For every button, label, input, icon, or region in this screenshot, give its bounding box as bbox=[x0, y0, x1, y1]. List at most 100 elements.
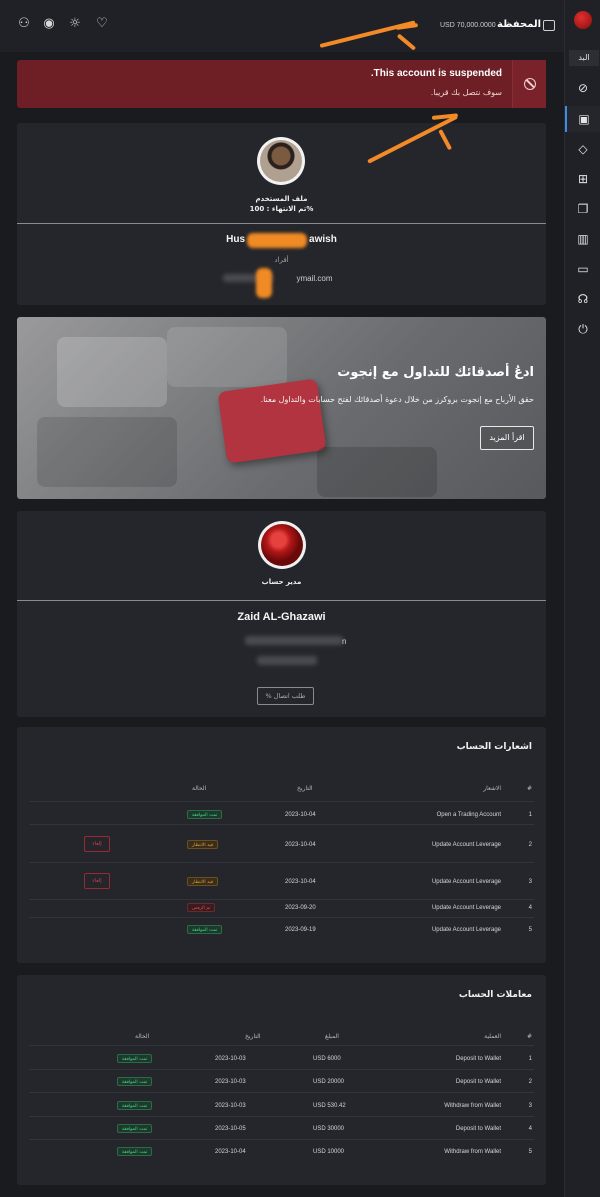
manager-email-tail: n bbox=[342, 637, 347, 646]
suspension-alert: This account is suspended. سوف نتصل بك ق… bbox=[17, 60, 546, 108]
table-divider bbox=[29, 824, 534, 825]
row-number: 1 bbox=[528, 812, 532, 818]
read-more-button[interactable]: اقرأ المزيد bbox=[480, 426, 534, 450]
profile-label: ملف المستخدم bbox=[255, 195, 308, 203]
theme-sun-icon[interactable]: ☼ bbox=[66, 15, 84, 33]
wallet-title[interactable]: المحفظة bbox=[497, 19, 541, 30]
amount-text: USD 10000 bbox=[313, 1149, 345, 1155]
transactions-title: معاملات الحساب bbox=[458, 990, 532, 1000]
video-icon[interactable]: ▭ bbox=[565, 256, 600, 282]
top-bar: ⚇ ◉ ☼ ♡ USD 70,000.0000 المحفظة bbox=[0, 0, 600, 52]
col-status: الحالة bbox=[192, 785, 207, 792]
user-settings-icon[interactable]: ⚇ bbox=[15, 15, 33, 33]
power-icon[interactable]: ⏻ bbox=[565, 316, 600, 342]
row-number: 1 bbox=[528, 1056, 532, 1062]
table-divider bbox=[29, 1092, 534, 1093]
operation-text: Deposit to Wallet bbox=[455, 1126, 501, 1132]
headset-icon[interactable]: ☊ bbox=[565, 286, 600, 312]
blurred-manager-phone bbox=[257, 656, 317, 665]
status-badge: تمت الموافقة bbox=[187, 925, 223, 934]
status-badge: قيد الانتظار bbox=[187, 877, 218, 886]
row-number: 3 bbox=[528, 879, 532, 885]
operation-text: Deposit to Wallet bbox=[455, 1079, 501, 1085]
puzzle-piece bbox=[167, 327, 287, 387]
add-box-icon[interactable]: ⊞ bbox=[565, 166, 600, 192]
table-divider bbox=[29, 1139, 534, 1140]
status-badge: تمت الموافقة bbox=[117, 1077, 153, 1086]
transaction-date: 2023-10-05 bbox=[215, 1126, 246, 1132]
wallet-icon[interactable] bbox=[543, 20, 555, 31]
status-badge: تم الرفض bbox=[187, 903, 216, 912]
operation-text: Withdraw from Wallet bbox=[444, 1149, 501, 1155]
referral-banner: ادعُ أصدقائك للتداول مع إنجوت حقق الأربا… bbox=[17, 317, 546, 499]
transaction-date: 2023-10-03 bbox=[215, 1056, 246, 1062]
wallet-amount: USD 70,000.0000 bbox=[440, 22, 496, 29]
avatar-photo bbox=[260, 140, 302, 182]
table-divider bbox=[29, 1045, 534, 1046]
handshake-icon[interactable]: ♡ bbox=[93, 15, 111, 33]
documents-icon[interactable]: ❐ bbox=[565, 196, 600, 222]
row-number: 4 bbox=[528, 1126, 532, 1132]
col-operation: العملية bbox=[484, 1033, 501, 1040]
red-puzzle-piece bbox=[217, 378, 327, 464]
compass-icon[interactable]: ⊘ bbox=[565, 75, 600, 101]
cancel-button[interactable]: إلغاء bbox=[84, 873, 110, 889]
puzzle-piece bbox=[37, 417, 177, 487]
table-divider bbox=[29, 899, 534, 900]
transaction-date: 2023-10-04 bbox=[215, 1149, 246, 1155]
notice-date: 2023-10-04 bbox=[285, 812, 316, 818]
redaction-mark bbox=[247, 233, 307, 248]
transaction-date: 2023-10-03 bbox=[215, 1103, 246, 1109]
table-divider bbox=[29, 801, 534, 802]
ban-icon bbox=[524, 78, 536, 90]
notice-text: Open a Trading Account bbox=[436, 812, 501, 818]
request-contact-button[interactable]: % طلب اتصال bbox=[257, 687, 314, 705]
row-number: 5 bbox=[528, 927, 532, 933]
transactions-card: معاملات الحساب # العملية المبلغ التاريخ … bbox=[17, 975, 546, 1185]
blurred-manager-email bbox=[245, 636, 343, 645]
status-badge: تمت الموافقة bbox=[117, 1054, 153, 1063]
alert-icon-box bbox=[512, 60, 546, 108]
table-divider bbox=[29, 917, 534, 918]
chart-image-icon[interactable]: ▣ bbox=[565, 106, 600, 132]
notice-text: Update Account Leverage bbox=[431, 842, 501, 848]
row-number: 2 bbox=[528, 842, 532, 848]
transaction-date: 2023-10-03 bbox=[215, 1079, 246, 1085]
status-badge: تمت الموافقة bbox=[117, 1147, 153, 1156]
notice-text: Update Account Leverage bbox=[431, 905, 501, 911]
table-divider bbox=[29, 862, 534, 863]
manager-label: مدير حساب bbox=[261, 578, 302, 586]
handshake-icon[interactable]: ◇ bbox=[565, 136, 600, 162]
row-number: 2 bbox=[528, 1079, 532, 1085]
row-number: 5 bbox=[528, 1149, 532, 1155]
notifications-card: اشعارات الحساب # الاشعار التاريخ الحالة … bbox=[17, 727, 546, 963]
notice-date: 2023-09-20 bbox=[285, 905, 316, 911]
operation-text: Withdraw from Wallet bbox=[444, 1103, 501, 1109]
status-badge: قيد الانتظار bbox=[187, 840, 218, 849]
redaction-mark bbox=[256, 268, 272, 298]
avatar[interactable] bbox=[257, 137, 305, 185]
promo-title: ادعُ أصدقائك للتداول مع إنجوت bbox=[337, 365, 534, 380]
table-divider bbox=[29, 1069, 534, 1070]
status-badge: تمت الموافقة bbox=[117, 1101, 153, 1110]
amount-text: USD 530.42 bbox=[313, 1103, 346, 1109]
profile-divider bbox=[17, 223, 546, 224]
amount-text: USD 30000 bbox=[313, 1126, 345, 1132]
brand-logo[interactable] bbox=[574, 11, 592, 29]
puzzle-piece bbox=[317, 447, 437, 497]
alert-title: This account is suspended. bbox=[370, 68, 502, 79]
notice-date: 2023-10-04 bbox=[285, 879, 316, 885]
col-date: التاريخ bbox=[297, 785, 313, 792]
amount-text: USD 20000 bbox=[313, 1079, 345, 1085]
row-number: 4 bbox=[528, 905, 532, 911]
notifications-title: اشعارات الحساب bbox=[456, 742, 532, 752]
col-num: # bbox=[526, 785, 532, 792]
manager-divider bbox=[17, 600, 546, 601]
puzzle-piece bbox=[57, 337, 167, 407]
account-type: أفراد bbox=[274, 256, 289, 264]
globe-icon[interactable]: ◉ bbox=[40, 15, 58, 33]
cancel-button[interactable]: إلغاء bbox=[84, 836, 110, 852]
bar-chart-icon[interactable]: ▥ bbox=[565, 226, 600, 252]
user-email: ymail.com bbox=[296, 274, 333, 283]
amount-text: USD 6000 bbox=[313, 1056, 341, 1062]
